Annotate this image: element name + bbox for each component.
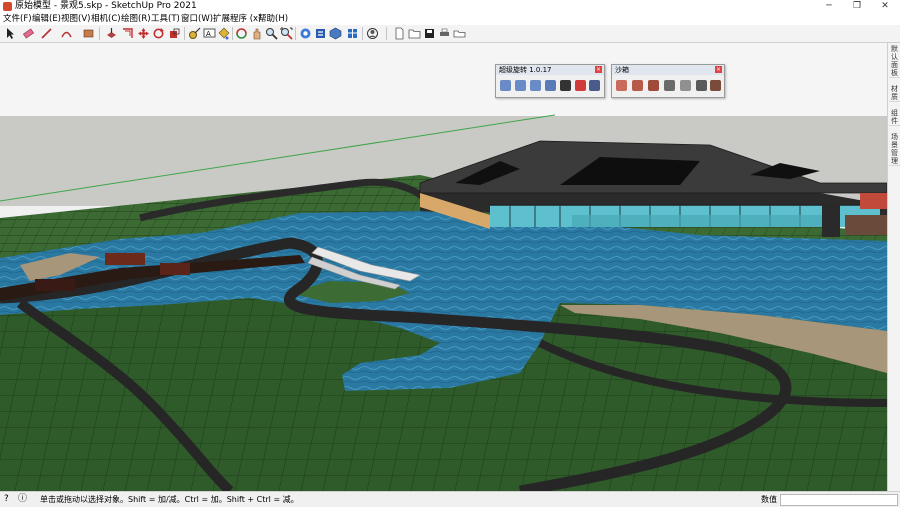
settings-icon[interactable]: [589, 80, 600, 91]
orbit-icon[interactable]: [235, 27, 248, 40]
warehouse-icon[interactable]: [299, 27, 312, 40]
tray-tab-materials[interactable]: 材质: [889, 85, 900, 102]
line-icon[interactable]: [40, 27, 53, 40]
rotate-free-icon[interactable]: [545, 80, 556, 91]
menu-help[interactable]: 帮助(H): [258, 13, 288, 25]
rotate-z-icon[interactable]: [530, 80, 541, 91]
sandbox-from-scratch-icon[interactable]: [632, 80, 643, 91]
minimize-button[interactable]: ─: [814, 0, 844, 13]
info-icon[interactable]: ⓘ: [18, 492, 27, 507]
stamp-icon[interactable]: [664, 80, 675, 91]
text-icon[interactable]: A: [203, 27, 216, 40]
shape-icon[interactable]: [82, 27, 95, 40]
tray-tab-scenes[interactable]: 场景管理: [889, 133, 900, 166]
menu-edit[interactable]: 编辑(E): [32, 13, 61, 25]
window-title: 原始模型 - 景观5.skp - SketchUp Pro 2021: [15, 1, 197, 11]
default-tray: 默认面板 材质 组件 场景管理: [887, 43, 900, 491]
scale-icon[interactable]: [168, 27, 181, 40]
push-pull-icon[interactable]: [105, 27, 118, 40]
save-icon[interactable]: [423, 27, 436, 40]
sky: [0, 43, 887, 118]
components-icon[interactable]: [329, 27, 342, 40]
menu-view[interactable]: 视图(V): [61, 13, 90, 25]
folder-icon[interactable]: [408, 27, 421, 40]
eraser-icon[interactable]: [22, 27, 35, 40]
sandbox-toolbar[interactable]: 沙箱 ×: [611, 64, 725, 98]
arc-icon[interactable]: [60, 27, 73, 40]
rotate-x-icon[interactable]: [500, 80, 511, 91]
menu-camera[interactable]: 相机(C): [91, 13, 121, 25]
sandbox-close-button[interactable]: ×: [715, 66, 722, 73]
tray-tab-default[interactable]: 默认面板: [889, 45, 900, 78]
super-rotate-toolbar[interactable]: 超级旋转 1.0.17 ×: [495, 64, 605, 98]
sketchup-app-icon: [3, 2, 12, 11]
measurements-input[interactable]: [780, 494, 898, 506]
rotate-icon[interactable]: [152, 27, 165, 40]
maximize-button[interactable]: ❐: [842, 0, 872, 13]
tray-tab-components[interactable]: 组件: [889, 109, 900, 126]
print-icon[interactable]: [438, 27, 451, 40]
sandbox-from-contours-icon[interactable]: [616, 80, 627, 91]
styles-icon[interactable]: [346, 27, 359, 40]
menu-file[interactable]: 文件(F): [3, 13, 32, 25]
zoom-icon[interactable]: [265, 27, 278, 40]
pan-icon[interactable]: [250, 27, 263, 40]
super-rotate-title[interactable]: 超级旋转 1.0.17: [496, 65, 604, 75]
select-icon[interactable]: [4, 27, 17, 40]
drape-icon[interactable]: [680, 80, 691, 91]
svg-text:A: A: [206, 30, 211, 38]
menu-tools[interactable]: 工具(T): [151, 13, 180, 25]
menu-extensions[interactable]: 扩展程序 (x): [213, 13, 261, 25]
sandbox-title[interactable]: 沙箱: [612, 65, 724, 75]
move-icon[interactable]: [137, 27, 150, 40]
main-toolbar: A: [0, 25, 900, 43]
title-bar: 原始模型 - 景观5.skp - SketchUp Pro 2021 ─ ❐ ✕: [0, 0, 900, 13]
menu-draw[interactable]: 绘图(R): [121, 13, 151, 25]
tape-measure-icon[interactable]: [188, 27, 201, 40]
dock: [35, 279, 75, 291]
layer-icon[interactable]: [453, 27, 466, 40]
zoom-extents-icon[interactable]: [280, 27, 293, 40]
flip-edge-icon[interactable]: [710, 80, 721, 91]
measurements-label: 数值: [761, 495, 777, 504]
user-icon[interactable]: [366, 27, 379, 40]
offset-icon[interactable]: [121, 27, 134, 40]
paint-bucket-icon[interactable]: [217, 27, 230, 40]
status-message: 单击或拖动以选择对象。Shift = 加/减。Ctrl = 加。Shift + …: [40, 495, 299, 504]
play-icon[interactable]: [560, 80, 571, 91]
smoove-icon[interactable]: [648, 80, 659, 91]
deck-platform: [160, 263, 190, 275]
pavilion-roof: [105, 253, 145, 265]
model-viewport[interactable]: 超级旋转 1.0.17 × 沙箱 ×: [0, 43, 887, 491]
stop-icon[interactable]: [575, 80, 586, 91]
menu-window[interactable]: 窗口(W): [181, 13, 213, 25]
add-detail-icon[interactable]: [696, 80, 707, 91]
super-rotate-close-button[interactable]: ×: [595, 66, 602, 73]
file-icon[interactable]: [393, 27, 406, 40]
rotate-y-icon[interactable]: [515, 80, 526, 91]
status-bar: ? ⓘ 单击或拖动以选择对象。Shift = 加/减。Ctrl = 加。Shif…: [0, 491, 900, 507]
extension-icon[interactable]: [314, 27, 327, 40]
help-icon[interactable]: ?: [4, 492, 9, 507]
close-button[interactable]: ✕: [870, 0, 900, 13]
